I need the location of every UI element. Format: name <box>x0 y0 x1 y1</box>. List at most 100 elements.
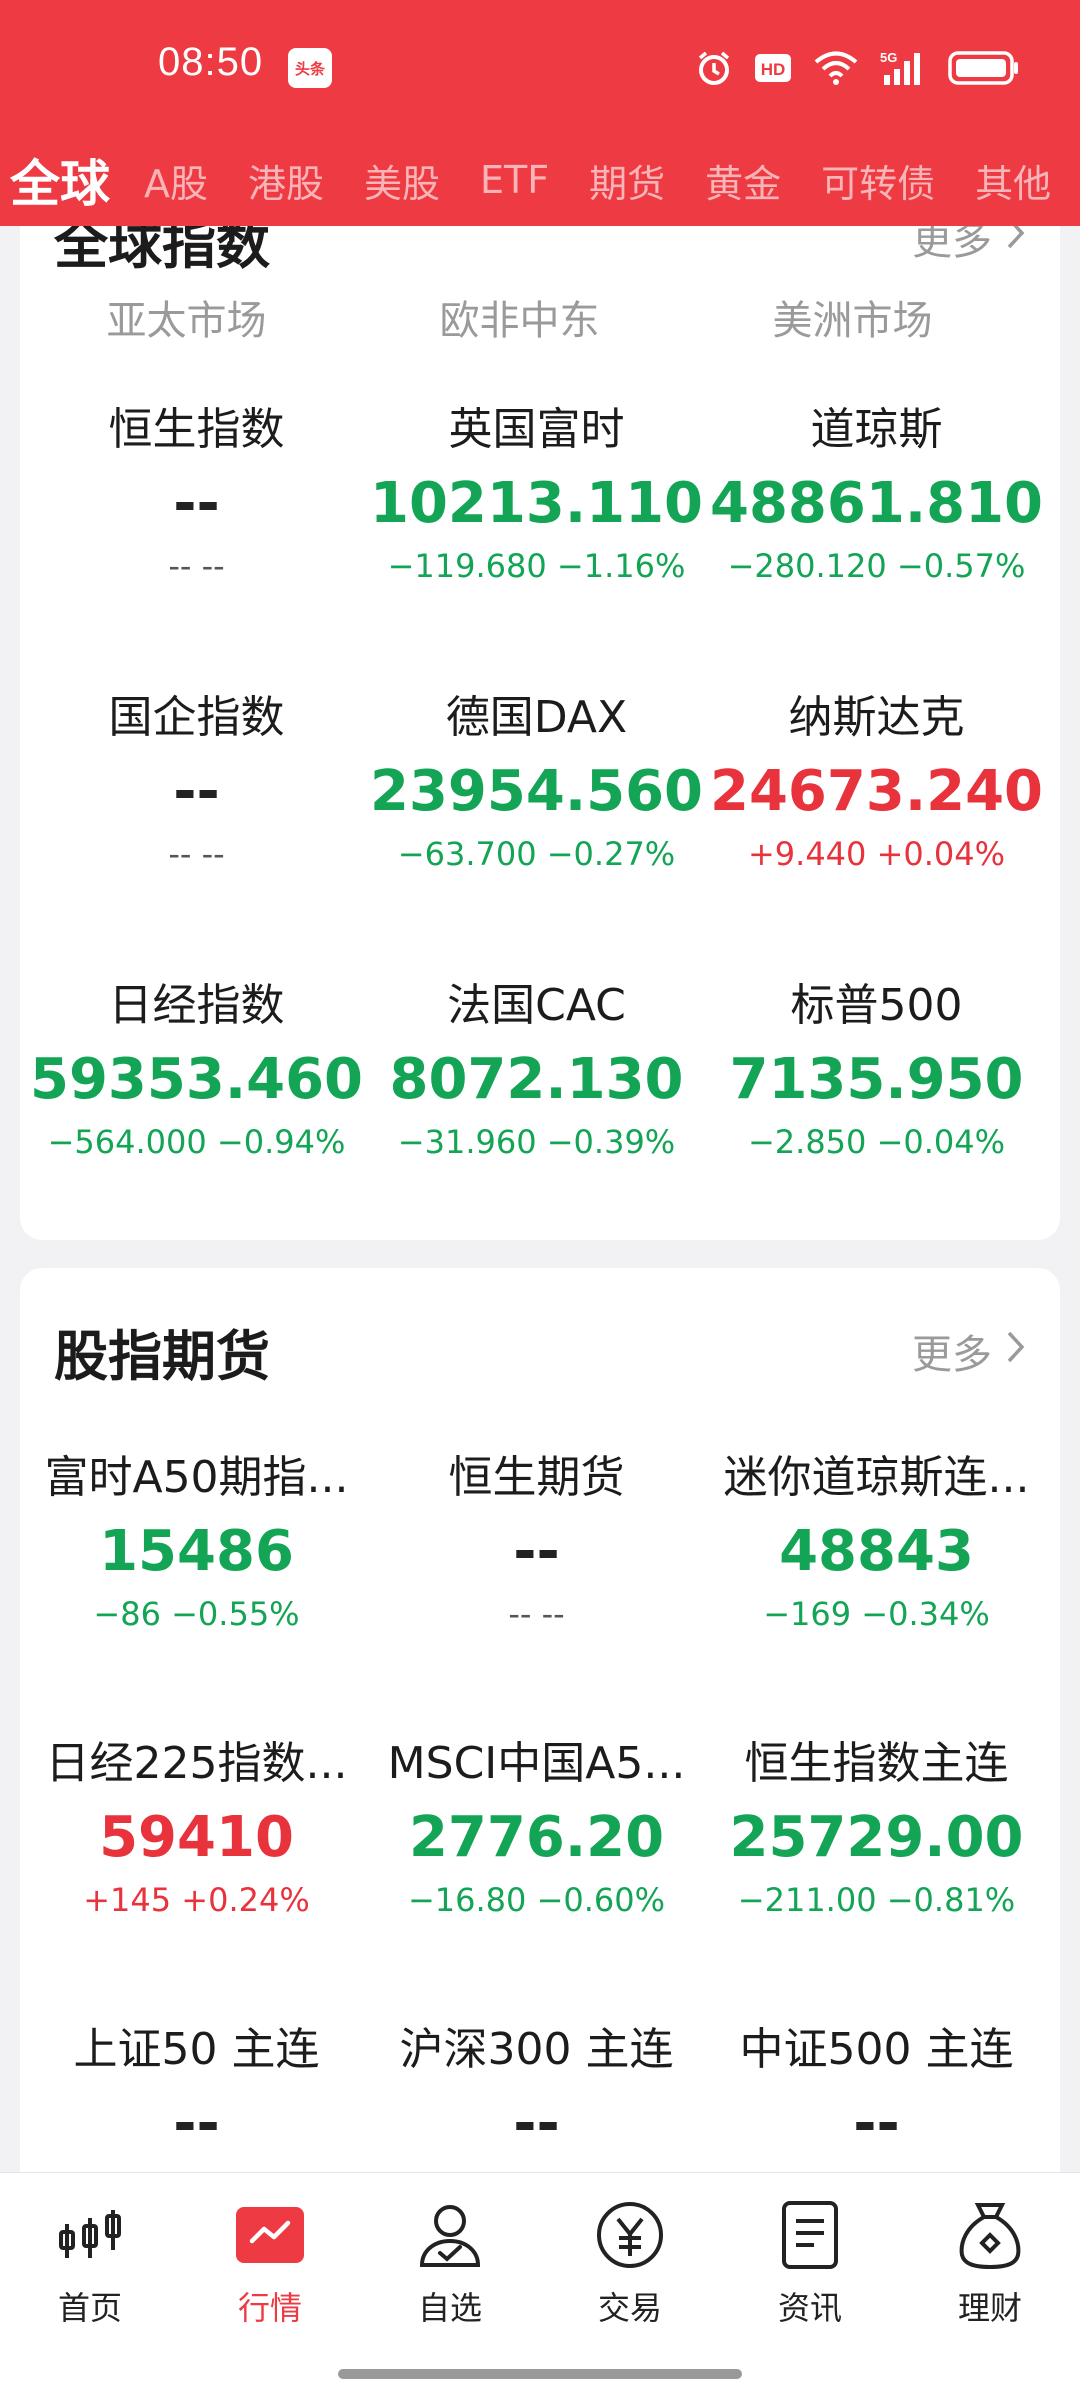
quote-price: 48843 <box>779 1519 974 1584</box>
quote-change: −169 −0.34% <box>763 1595 990 1633</box>
chart-trend-icon <box>230 2195 310 2275</box>
quote-cell[interactable]: 恒生期货 -- -- -- <box>370 1450 703 1636</box>
quote-cell[interactable]: 英国富时 10213.110 −119.680 −1.16% <box>370 402 703 588</box>
tab-futures[interactable]: 期货 <box>589 153 665 208</box>
quote-cell[interactable]: 迷你道琼斯连... 48843 −169 −0.34% <box>710 1450 1043 1636</box>
more-label: 更多 <box>912 1332 992 1378</box>
quote-price: 10213.110 <box>370 471 703 536</box>
nav-label: 交易 <box>597 2289 662 2327</box>
tab-hk-stocks[interactable]: 港股 <box>248 153 324 208</box>
nav-label: 首页 <box>57 2289 122 2327</box>
nav-label: 自选 <box>417 2289 482 2327</box>
quote-name: 标普500 <box>790 980 963 1031</box>
nav-wealth[interactable]: 理财 <box>900 2195 1080 2329</box>
quote-name: 富时A50期指... <box>44 1452 349 1503</box>
quote-price: -- <box>173 471 220 536</box>
wifi-icon <box>814 51 858 85</box>
quote-cell[interactable]: 日经指数 59353.460 −564.000 −0.94% <box>30 978 363 1164</box>
quote-price: 25729.00 <box>729 1805 1024 1870</box>
battery-icon <box>948 50 1020 86</box>
quote-change: −211.00 −0.81% <box>737 1881 1016 1919</box>
5g-signal-icon: 5G <box>880 49 926 87</box>
global-indices-card: 全球指数 更多 亚太市场 欧非中东 美洲市场 恒生指数 -- -- -- 英国富时 10… <box>20 170 1060 1240</box>
quote-price: -- <box>173 759 220 824</box>
quote-name: 沪深300 主连 <box>399 2024 674 2075</box>
money-bag-icon <box>950 2195 1030 2275</box>
nav-label: 行情 <box>237 2289 302 2327</box>
quote-cell[interactable]: 纳斯达克 24673.240 +9.440 +0.04% <box>710 690 1043 876</box>
quote-cell[interactable]: 国企指数 -- -- -- <box>30 690 363 876</box>
nav-home[interactable]: 首页 <box>0 2195 180 2329</box>
quote-price: 8072.130 <box>389 1047 684 1112</box>
nav-label: 理财 <box>957 2289 1022 2327</box>
quote-cell[interactable]: MSCI中国A5... 2776.20 −16.80 −0.60% <box>370 1736 703 1922</box>
region-asia-pacific[interactable]: 亚太市场 <box>20 288 353 346</box>
region-europe-africa-middle-east[interactable]: 欧非中东 <box>353 288 686 346</box>
quote-cell[interactable]: 恒生指数 -- -- -- <box>30 402 363 588</box>
quote-price: 24673.240 <box>710 759 1043 824</box>
quote-price: -- <box>513 1519 560 1584</box>
quote-name: 中证500 主连 <box>739 2024 1014 2075</box>
alarm-icon <box>696 50 732 86</box>
region-americas[interactable]: 美洲市场 <box>686 288 1019 346</box>
tab-global[interactable]: 全球 <box>10 144 110 216</box>
quote-change: +9.440 +0.04% <box>747 835 1006 873</box>
quote-cell[interactable]: 富时A50期指... 15486 −86 −0.55% <box>30 1450 363 1636</box>
quote-change: −31.960 −0.39% <box>397 1123 676 1161</box>
quote-change: -- -- <box>168 835 225 873</box>
quote-name: 日经225指数... <box>45 1738 348 1789</box>
quote-cell[interactable]: 标普500 7135.950 −2.850 −0.04% <box>710 978 1043 1164</box>
quote-price: 23954.560 <box>370 759 703 824</box>
quote-change: +145 +0.24% <box>83 1881 310 1919</box>
tab-etf[interactable]: ETF <box>480 158 549 202</box>
nav-label: 资讯 <box>777 2289 842 2327</box>
quote-price: -- <box>853 2091 900 2156</box>
quote-cell[interactable]: 恒生指数主连 25729.00 −211.00 −0.81% <box>710 1736 1043 1922</box>
quote-cell[interactable]: 日经225指数... 59410 +145 +0.24% <box>30 1736 363 1922</box>
tab-other[interactable]: 其他 <box>975 153 1051 208</box>
quote-name: 日经指数 <box>108 980 285 1031</box>
tab-a-shares[interactable]: A股 <box>144 153 208 208</box>
quote-cell[interactable]: 德国DAX 23954.560 −63.700 −0.27% <box>370 690 703 876</box>
region-headers: 亚太市场 欧非中东 美洲市场 <box>20 288 1060 346</box>
document-icon <box>770 2195 850 2275</box>
quote-change: −564.000 −0.94% <box>47 1123 346 1161</box>
nav-news[interactable]: 资讯 <box>720 2195 900 2329</box>
svg-text:HD: HD <box>761 60 786 79</box>
quote-price: 48861.810 <box>710 471 1043 536</box>
status-bar: 08:50 头条 HD 5G <box>0 0 1080 134</box>
quote-name: 恒生期货 <box>448 1452 625 1503</box>
tab-gold[interactable]: 黄金 <box>705 153 781 208</box>
quote-change: −2.850 −0.04% <box>747 1123 1006 1161</box>
quote-change: −86 −0.55% <box>93 1595 300 1633</box>
nav-trade[interactable]: 交易 <box>540 2195 720 2329</box>
tab-us-stocks[interactable]: 美股 <box>364 153 440 208</box>
market-tabs: 全球 A股 港股 美股 ETF 期货 黄金 可转债 其他 <box>0 134 1080 226</box>
quote-price: 59410 <box>99 1805 294 1870</box>
nav-market[interactable]: 行情 <box>180 2195 360 2329</box>
quote-name: 上证50 主连 <box>73 2024 320 2075</box>
chevron-right-icon <box>1006 1328 1026 1374</box>
hd-icon: HD <box>754 53 792 83</box>
tab-convertible-bonds[interactable]: 可转债 <box>821 153 935 208</box>
quote-name: 德国DAX <box>445 692 628 743</box>
nav-watchlist[interactable]: 自选 <box>360 2195 540 2329</box>
svg-text:5G: 5G <box>880 50 897 65</box>
bottom-navigation: 首页 行情 自选 交易 资讯 理财 <box>0 2172 1080 2401</box>
home-indicator[interactable] <box>338 2369 742 2379</box>
quote-name: 道琼斯 <box>810 404 943 455</box>
user-check-icon <box>410 2195 490 2275</box>
quote-name: 恒生指数 <box>108 404 285 455</box>
status-time: 08:50 <box>158 40 264 84</box>
quote-name: 纳斯达克 <box>788 692 965 743</box>
quote-price: -- <box>513 2091 560 2156</box>
quote-cell[interactable]: 法国CAC 8072.130 −31.960 −0.39% <box>370 978 703 1164</box>
index-futures-card: 股指期货 更多 富时A50期指... 15486 −86 −0.55% 恒生期货 -- -… <box>20 1268 1060 2268</box>
quote-price: 7135.950 <box>729 1047 1024 1112</box>
quote-price: 2776.20 <box>408 1805 665 1870</box>
index-futures-more-link[interactable]: 更多 <box>912 1322 1026 1380</box>
quote-name: MSCI中国A5... <box>387 1738 686 1789</box>
quote-change: −280.120 −0.57% <box>727 547 1026 585</box>
candlestick-icon <box>50 2195 130 2275</box>
quote-cell[interactable]: 道琼斯 48861.810 −280.120 −0.57% <box>710 402 1043 588</box>
